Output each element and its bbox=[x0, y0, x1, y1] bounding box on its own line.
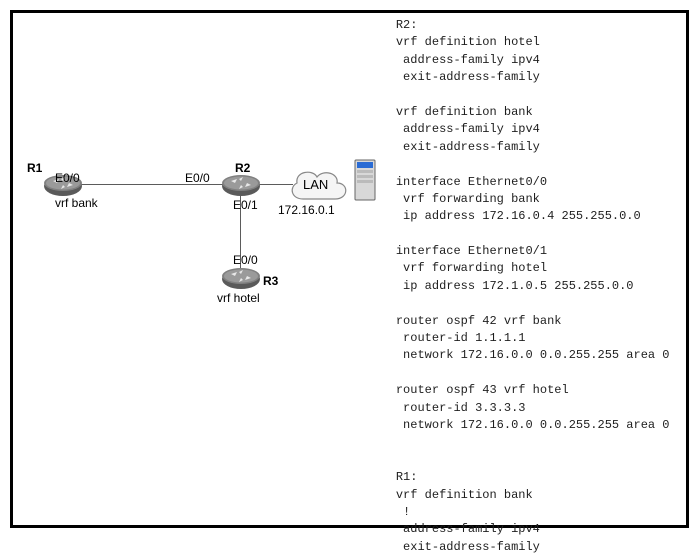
lan-label: LAN bbox=[303, 177, 328, 192]
r2-iface-down: E0/1 bbox=[233, 198, 258, 212]
r2-vrf-bank: vrf definition bank address-family ipv4 … bbox=[396, 105, 540, 154]
server-ip: 172.16.0.1 bbox=[278, 203, 335, 217]
r2-label: R2 bbox=[235, 161, 250, 175]
r1-header: R1: bbox=[396, 470, 418, 484]
router-icon-r3 bbox=[221, 268, 261, 290]
server-icon bbox=[352, 158, 378, 202]
r2-header: R2: bbox=[396, 18, 418, 32]
r2-ospf43: router ospf 43 vrf hotel router-id 3.3.3… bbox=[396, 383, 670, 432]
r2-ospf42: router ospf 42 vrf bank router-id 1.1.1.… bbox=[396, 314, 670, 363]
r1-vrf: vrf bank bbox=[55, 196, 98, 210]
r2-int-e00: interface Ethernet0/0 vrf forwarding ban… bbox=[396, 175, 641, 224]
r3-vrf: vrf hotel bbox=[217, 291, 260, 305]
r3-iface: E0/0 bbox=[233, 253, 258, 267]
config-text: R2: vrf definition hotel address-family … bbox=[392, 13, 686, 525]
network-diagram: R1 E0/0 vrf bank E0/0 R2 E0/1 LAN bbox=[13, 13, 392, 525]
frame: R1 E0/0 vrf bank E0/0 R2 E0/1 LAN bbox=[10, 10, 689, 528]
r2-iface-left: E0/0 bbox=[185, 171, 210, 185]
r2-vrf-hotel: vrf definition hotel address-family ipv4… bbox=[396, 35, 540, 84]
r2-int-e01: interface Ethernet0/1 vrf forwarding hot… bbox=[396, 244, 634, 293]
r1-vrf-bank: vrf definition bank ! address-family ipv… bbox=[396, 488, 540, 554]
r3-label: R3 bbox=[263, 274, 278, 288]
router-icon-r2 bbox=[221, 175, 261, 197]
r1-iface: E0/0 bbox=[55, 171, 80, 185]
r1-label: R1 bbox=[27, 161, 42, 175]
